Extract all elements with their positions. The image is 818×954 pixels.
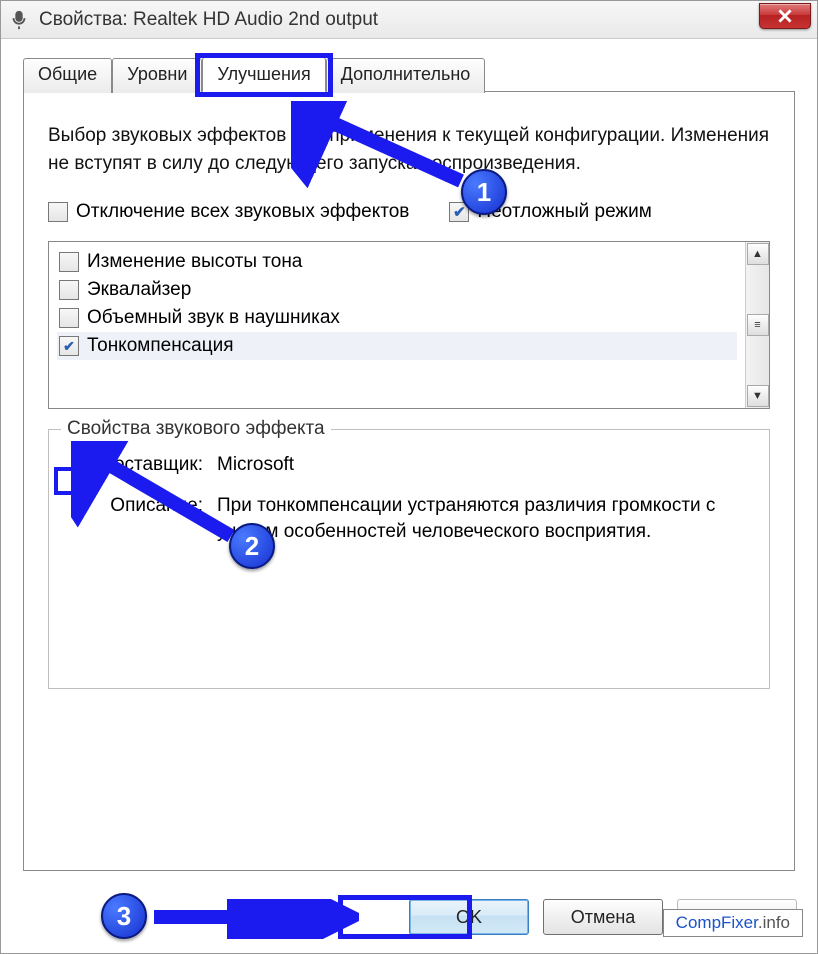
watermark-domain: .info <box>758 913 790 932</box>
tab-advanced[interactable]: Дополнительно <box>326 58 486 93</box>
scrollbar-vertical[interactable]: ▲ ≡ ▼ <box>745 242 769 408</box>
vendor-label: Поставщик: <box>67 452 217 479</box>
scroll-down-icon[interactable]: ▼ <box>747 385 769 407</box>
description-value: При тонкомпенсации устраняются различия … <box>217 493 751 546</box>
watermark-brand: CompFixer <box>676 913 758 932</box>
effects-items: Изменение высоты тона Эквалайзер Объемны… <box>49 242 745 408</box>
close-button[interactable] <box>759 3 811 29</box>
effects-listbox[interactable]: Изменение высоты тона Эквалайзер Объемны… <box>48 241 770 409</box>
scroll-up-icon[interactable]: ▲ <box>747 243 769 265</box>
description-row: Описание: При тонкомпенсации устраняются… <box>67 493 751 546</box>
checkbox-disable-all[interactable]: Отключение всех звуковых эффектов <box>48 201 409 223</box>
checkbox-box-checked-icon: ✔ <box>59 336 79 356</box>
list-item-loudness[interactable]: ✔ Тонкомпенсация <box>57 332 737 360</box>
effect-properties-group: Свойства звукового эффекта Поставщик: Mi… <box>48 429 770 689</box>
list-item-label: Эквалайзер <box>87 279 191 301</box>
checkbox-box-icon <box>59 280 79 300</box>
callout-3: 3 <box>101 893 147 939</box>
checkbox-label: Неотложный режим <box>477 201 651 223</box>
tabstrip: Общие Уровни Улучшения Дополнительно <box>23 57 795 92</box>
checkbox-box-icon <box>59 252 79 272</box>
list-item-label: Изменение высоты тона <box>87 251 302 273</box>
checkbox-box-icon <box>59 308 79 328</box>
groupbox-legend: Свойства звукового эффекта <box>61 418 331 440</box>
checkbox-label: Отключение всех звуковых эффектов <box>76 201 409 223</box>
description-text: Выбор звуковых эффектов для применения к… <box>48 122 770 177</box>
list-item[interactable]: Объемный звук в наушниках <box>57 304 737 332</box>
scroll-thumb[interactable]: ≡ <box>747 314 769 336</box>
titlebar: Свойства: Realtek HD Audio 2nd output <box>1 1 817 39</box>
list-item[interactable]: Эквалайзер <box>57 276 737 304</box>
tab-enhancements[interactable]: Улучшения <box>202 57 325 92</box>
audio-device-icon <box>7 8 31 32</box>
tab-panel-enhancements: Выбор звуковых эффектов для применения к… <box>23 91 795 871</box>
callout-2: 2 <box>229 523 275 569</box>
properties-dialog: Свойства: Realtek HD Audio 2nd output Об… <box>0 0 818 954</box>
description-label: Описание: <box>67 493 217 546</box>
window-title: Свойства: Realtek HD Audio 2nd output <box>39 9 378 31</box>
cancel-button[interactable]: Отмена <box>543 899 663 935</box>
ok-button[interactable]: OK <box>409 899 529 935</box>
watermark: CompFixer.info <box>663 909 803 937</box>
vendor-value: Microsoft <box>217 452 751 479</box>
top-checkboxes: Отключение всех звуковых эффектов Неотло… <box>48 201 770 223</box>
tab-levels[interactable]: Уровни <box>112 58 202 93</box>
vendor-row: Поставщик: Microsoft <box>67 452 751 479</box>
list-item[interactable]: Изменение высоты тона <box>57 248 737 276</box>
checkbox-box-icon <box>48 202 68 222</box>
tab-general[interactable]: Общие <box>23 58 112 93</box>
content-area: Общие Уровни Улучшения Дополнительно Выб… <box>1 39 817 953</box>
list-item-label: Объемный звук в наушниках <box>87 307 340 329</box>
list-item-label: Тонкомпенсация <box>87 335 234 357</box>
callout-1: 1 <box>461 169 507 215</box>
